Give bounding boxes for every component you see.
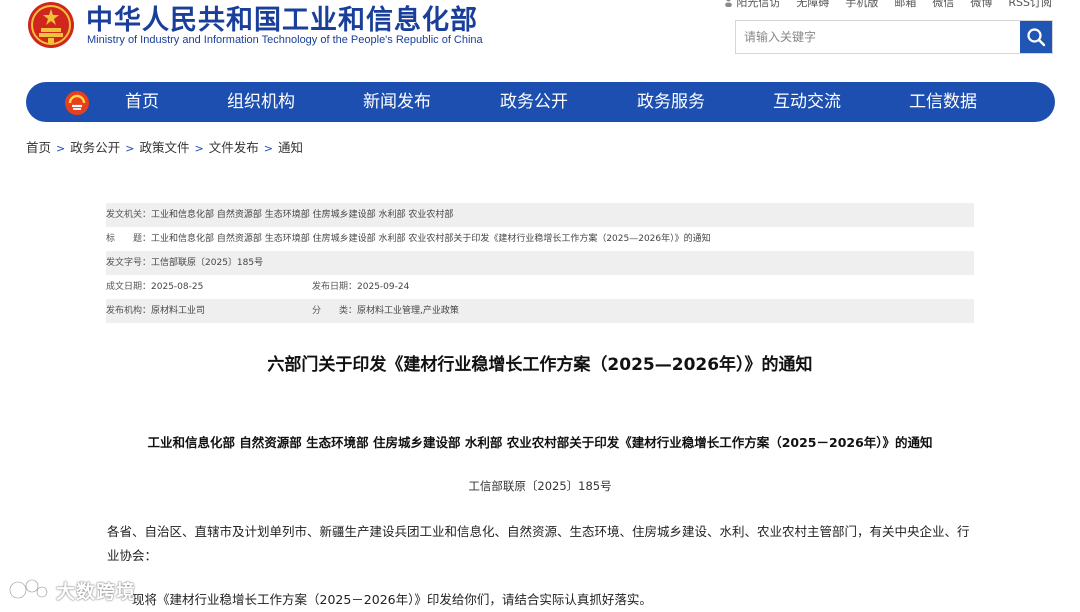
article-body-paragraph: 现将《建材行业稳增长工作方案（2025－2026年）》印发给你们，请结合实际认真… [132,592,652,607]
breadcrumb-notice[interactable]: 通知 [278,140,303,155]
search-button[interactable] [1020,21,1052,53]
top-link-accessibility[interactable]: 无障碍 [796,0,829,10]
meta-value-docno: 工信部联原〔2025〕185号 [151,258,264,268]
top-links: 阳光信访 无障碍 手机版 邮箱 微信 微博 RSS订阅 [723,0,1052,10]
top-link-wechat[interactable]: 微信 [932,0,954,10]
article-subtitle: 工业和信息化部 自然资源部 生态环境部 住房城乡建设部 水利部 农业农村部关于印… [147,435,933,450]
search-icon [1027,28,1046,47]
site-title-cn[interactable]: 中华人民共和国工业和信息化部 [86,0,478,37]
nav-item-home[interactable]: 首页 [125,82,159,122]
meta-value-issuer: 工业和信息化部 自然资源部 生态环境部 住房城乡建设部 水利部 农业农村部 [151,210,454,220]
meta-label: 发文机关： [106,210,152,220]
meta-row-dates: 成文日期：2025-08-25 发布日期：2025-09-24 [106,275,974,299]
meta-label: 发布日期： [312,282,358,292]
top-link-label: 阳光信访 [736,0,781,9]
meta-value-category[interactable]: 原材料工业管理,产业政策 [357,306,459,316]
meta-label: 发布机构： [106,306,152,316]
nav-item-interaction[interactable]: 互动交流 [773,82,841,122]
chevron-right-icon: > [56,142,66,155]
top-link-weibo[interactable]: 微博 [970,0,992,10]
chevron-right-icon: > [194,142,204,155]
meta-value-published-date: 2025-09-24 [357,282,410,292]
meta-label: 发文字号： [106,258,152,268]
meta-label: 分 类： [312,306,358,316]
meta-label: 成文日期： [106,282,152,292]
site-title-en: Ministry of Industry and Information Tec… [87,34,483,46]
main-nav: 首页 组织机构 新闻发布 政务公开 政务服务 互动交流 工信数据 [26,82,1055,122]
meta-value-title: 工业和信息化部 自然资源部 生态环境部 住房城乡建设部 水利部 农业农村部关于印… [151,234,711,244]
meta-label: 标 题： [106,234,152,244]
breadcrumb-home[interactable]: 首页 [26,140,51,155]
nav-item-news[interactable]: 新闻发布 [363,82,431,122]
meta-row-agency: 发布机构：原材料工业司 分 类：原材料工业管理,产业政策 [106,299,974,323]
chevron-right-icon: > [263,142,273,155]
top-link-mail[interactable]: 邮箱 [894,0,916,10]
top-link-rss[interactable]: RSS订阅 [1008,0,1052,10]
top-link-mobile[interactable]: 手机版 [845,0,878,10]
article-title: 六部门关于印发《建材行业稳增长工作方案（2025—2026年）》的通知 [267,355,813,375]
meta-value-written-date: 2025-08-25 [151,282,204,292]
watermark: 大数跨境 [8,574,136,606]
nav-item-data[interactable]: 工信数据 [909,82,977,122]
document-meta-table: 发文机关：工业和信息化部 自然资源部 生态环境部 住房城乡建设部 水利部 农业农… [106,203,974,323]
top-link-xinfang[interactable]: 阳光信访 [723,0,780,10]
nav-item-organization[interactable]: 组织机构 [227,82,295,122]
meta-row-docno: 发文字号：工信部联原〔2025〕185号 [106,251,974,275]
site-header: 中华人民共和国工业和信息化部 Ministry of Industry and … [0,0,1080,80]
article-recipients: 各省、自治区、直辖市及计划单列市、新疆生产建设兵团工业和信息化、自然资源、生态环… [107,524,970,563]
breadcrumb: 首页 > 政务公开 > 政策文件 > 文件发布 > 通知 [26,137,303,156]
nav-item-government-affairs[interactable]: 政务公开 [500,82,568,122]
article-doc-number: 工信部联原〔2025〕185号 [468,479,612,493]
watermark-logo-icon [8,578,49,600]
national-emblem-icon[interactable] [26,0,76,50]
chevron-right-icon: > [125,142,135,155]
breadcrumb-policy-documents[interactable]: 政策文件 [139,140,189,155]
nav-item-government-services[interactable]: 政务服务 [637,82,705,122]
watermark-text: 大数跨境 [56,580,137,603]
person-icon [725,0,733,7]
breadcrumb-document-release[interactable]: 文件发布 [209,140,259,155]
search-box [735,20,1053,54]
meta-row-issuer: 发文机关：工业和信息化部 自然资源部 生态环境部 住房城乡建设部 水利部 农业农… [106,203,974,227]
meta-value-agency[interactable]: 原材料工业司 [151,306,205,316]
miit-logo-icon[interactable] [64,90,90,116]
meta-row-title: 标 题：工业和信息化部 自然资源部 生态环境部 住房城乡建设部 水利部 农业农村… [106,227,974,251]
search-input[interactable] [736,21,1020,53]
breadcrumb-government-affairs[interactable]: 政务公开 [70,140,120,155]
